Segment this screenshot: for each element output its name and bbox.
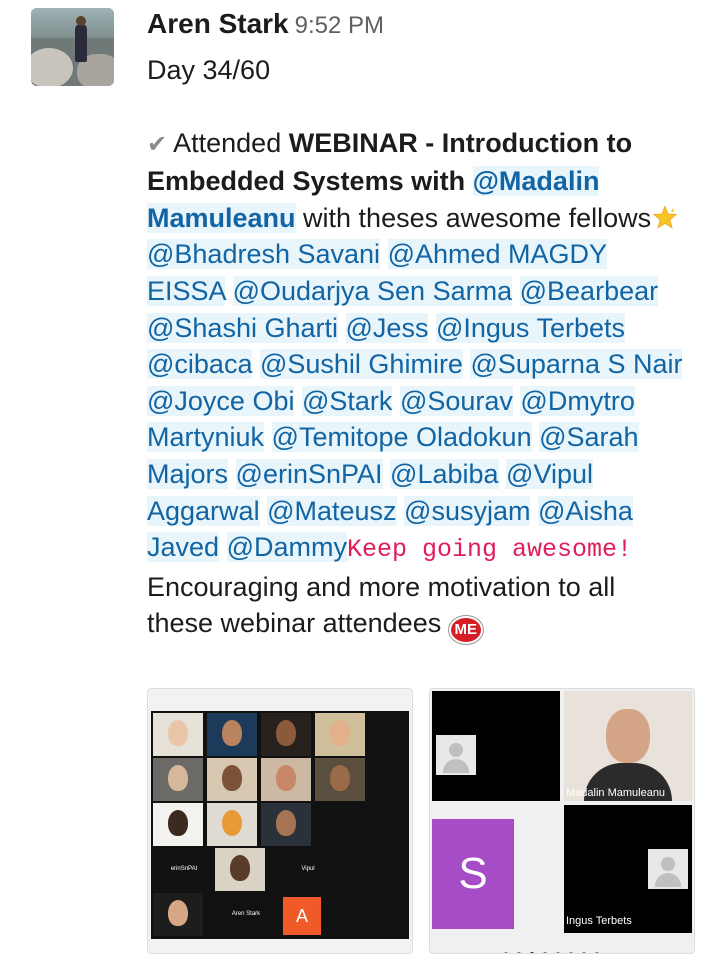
mention-15[interactable]: @Temitope Oladokun xyxy=(271,422,532,453)
participant-label: Ingus Terbets xyxy=(566,915,632,927)
mention-3[interactable]: @Oudarjya Sen Sarma xyxy=(232,275,513,306)
mention-18[interactable]: @Labiba xyxy=(390,458,499,489)
mention-8[interactable]: @cibaca xyxy=(147,349,253,380)
participant-name-tile: Aren Stark xyxy=(231,911,261,917)
mention-20[interactable]: @Mateusz xyxy=(267,495,397,526)
main-paragraph: ✔ Attended WEBINAR - Introduction to Emb… xyxy=(147,125,687,645)
host-label: Madalin Mamuleanu xyxy=(566,787,666,799)
participant-tile xyxy=(261,803,311,846)
mention-17[interactable]: @erinSnPAI xyxy=(235,458,383,489)
attended-text: Attended xyxy=(173,127,289,158)
person-placeholder-icon xyxy=(648,849,688,889)
video-tile: Ingus Terbets xyxy=(564,805,692,933)
mention-13[interactable]: @Sourav xyxy=(399,385,513,416)
author-avatar[interactable] xyxy=(31,8,114,86)
author-name[interactable]: Aren Stark xyxy=(147,8,289,39)
participant-name-tile: erinSnPAI xyxy=(170,866,198,872)
participant-tile xyxy=(207,713,257,756)
participant-tile xyxy=(153,758,203,801)
mention-23[interactable]: @Dammy xyxy=(226,532,347,563)
mention-1[interactable]: @Bhadresh Savani xyxy=(147,239,381,270)
mention-9[interactable]: @Sushil Ghimire xyxy=(259,349,463,380)
mention-12[interactable]: @Stark xyxy=(301,385,393,416)
participant-name-tile: Vipul xyxy=(301,866,315,872)
mention-10[interactable]: @Suparna S Nair xyxy=(470,349,683,380)
participant-tile xyxy=(153,713,203,756)
timestamp[interactable]: 9:52 PM xyxy=(295,12,384,39)
participant-tile xyxy=(153,893,203,936)
mention-7[interactable]: @Ingus Terbets xyxy=(435,312,625,343)
host-video-tile: Madalin Mamuleanu xyxy=(564,691,692,801)
initial-avatar-tile: S xyxy=(432,819,514,929)
message-header: Aren Stark 9:52 PM xyxy=(147,8,384,40)
participant-tile xyxy=(261,758,311,801)
video-tile xyxy=(432,691,560,801)
participant-tile xyxy=(215,848,265,891)
me-badge-icon: ME xyxy=(448,616,483,645)
with-text: with theses awesome fellows xyxy=(295,202,652,233)
participant-tile xyxy=(207,803,257,846)
mention-6[interactable]: @Jess xyxy=(345,312,429,343)
participant-tile xyxy=(153,803,203,846)
participant-tile xyxy=(315,713,365,756)
participant-tile xyxy=(261,713,311,756)
participant-tile xyxy=(315,758,365,801)
mention-11[interactable]: @Joyce Obi xyxy=(147,385,295,416)
video-grid: erinSnPAI Vipul Aren Stark A xyxy=(151,711,409,939)
person-placeholder-icon xyxy=(436,735,476,775)
check-icon: ✔ xyxy=(147,130,168,158)
day-line: Day 34/60 xyxy=(147,55,271,85)
mention-4[interactable]: @Bearbear xyxy=(519,275,659,306)
initial-avatar-tile: A xyxy=(283,897,321,935)
mention-21[interactable]: @susyjam xyxy=(404,495,531,526)
attachment-image-host-view[interactable]: Madalin Mamuleanu S Ingus Terbets xyxy=(429,688,695,954)
star-icon xyxy=(652,204,678,229)
message-body: Day 34/60 ✔ Attended WEBINAR - Introduct… xyxy=(147,52,687,645)
closing-text: Encouraging and more motivation to all t… xyxy=(147,571,616,639)
mention-5[interactable]: @Shashi Gharti xyxy=(147,312,338,343)
page-indicator[interactable] xyxy=(504,943,624,953)
inline-code: Keep going awesome! xyxy=(346,535,633,565)
participant-tile xyxy=(207,758,257,801)
attachment-image-zoom-gallery[interactable]: erinSnPAI Vipul Aren Stark A xyxy=(147,688,413,954)
